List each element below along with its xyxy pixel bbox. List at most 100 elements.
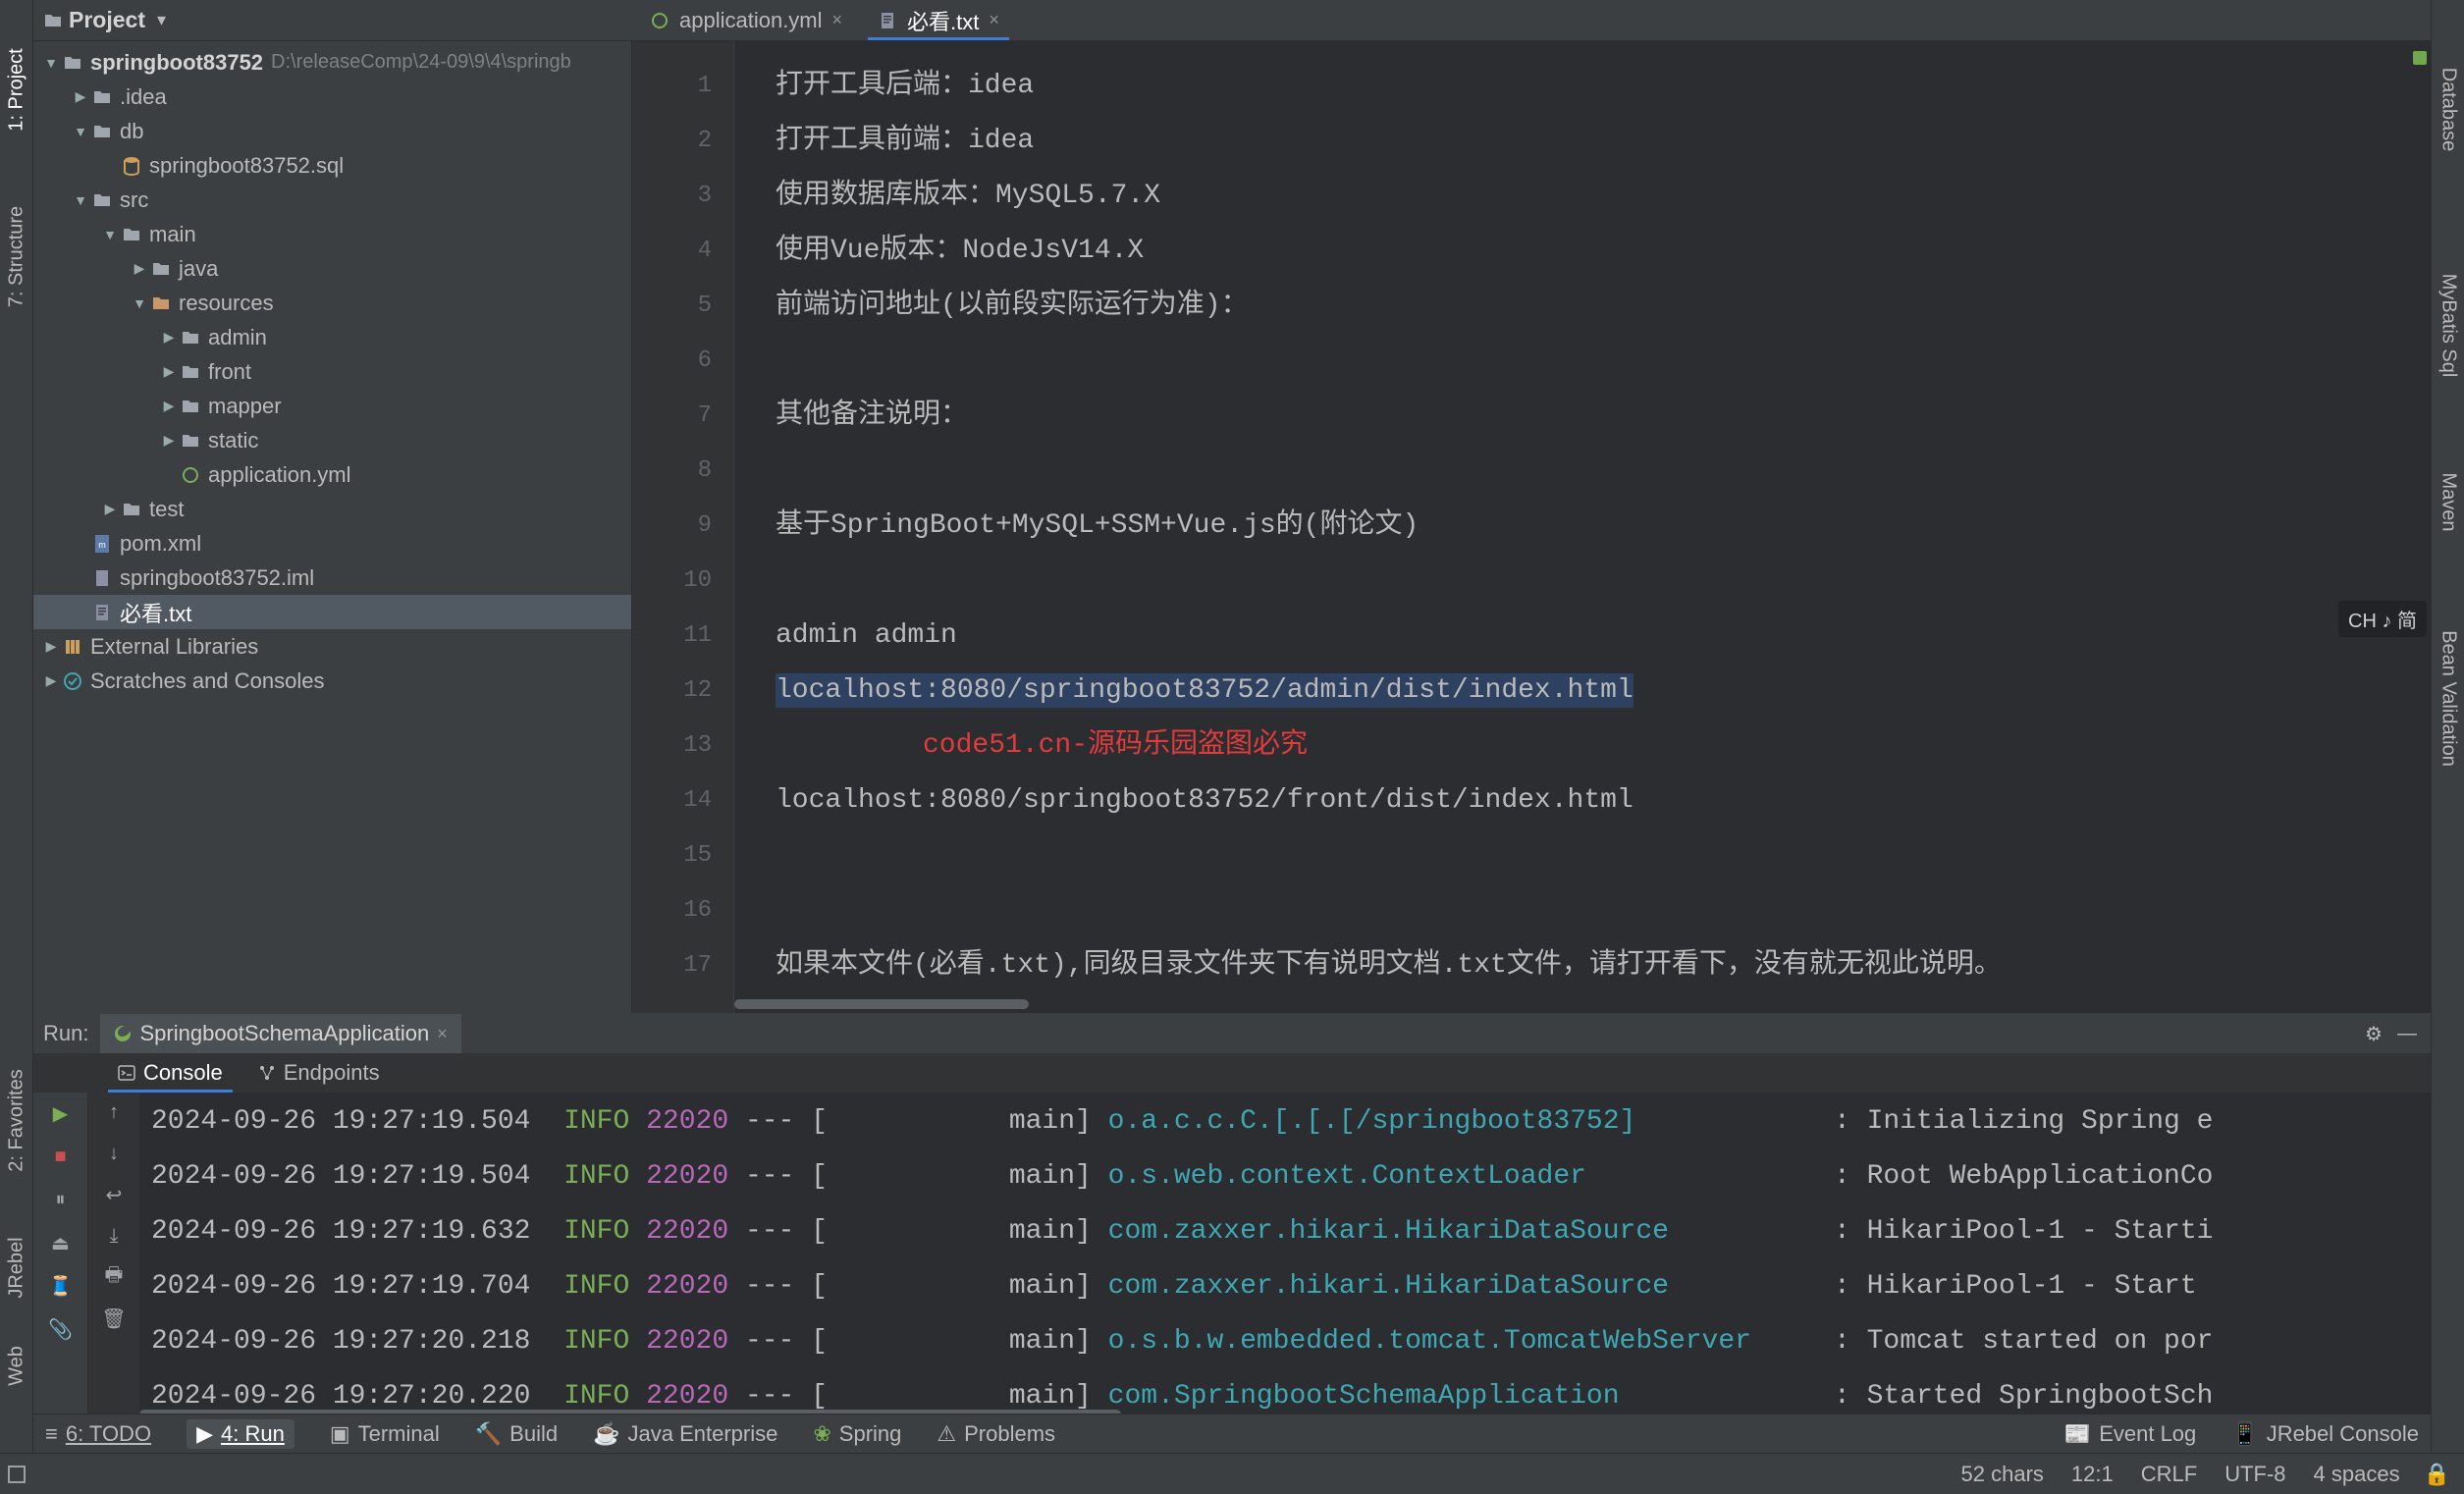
chevron-right-icon[interactable]: ▶: [43, 672, 59, 689]
chevron-right-icon[interactable]: ▶: [102, 501, 118, 517]
status-chars: 52 chars: [1961, 1462, 2044, 1487]
tree-item[interactable]: ▼main: [33, 217, 631, 251]
tree-item[interactable]: ▶java: [33, 251, 631, 286]
toolbtn-todo[interactable]: ≡6: TODO: [45, 1421, 151, 1447]
chevron-down-icon[interactable]: ▼: [43, 55, 59, 71]
console-output[interactable]: 2024-09-26 19:27:19.504 INFO 22020 --- […: [139, 1093, 2431, 1423]
toolbtn-eventlog[interactable]: 📰Event Log: [2064, 1421, 2196, 1447]
toolstrip-validation[interactable]: Bean Validation: [2437, 630, 2459, 767]
softwrap-icon[interactable]: ↩: [100, 1181, 128, 1208]
status-caret[interactable]: 12:1: [2071, 1462, 2114, 1487]
tab-application-yml[interactable]: application.yml ×: [632, 0, 860, 40]
toolstrip-mybatis-sql[interactable]: MyBatis Sql: [2437, 274, 2459, 378]
tree-root[interactable]: ▼ springboot83752 D:\releaseComp\24-09\9…: [33, 45, 631, 80]
toolstrip-web[interactable]: Web: [5, 1346, 27, 1386]
folder-icon: [43, 11, 63, 30]
close-icon[interactable]: ×: [989, 10, 999, 30]
minimize-icon[interactable]: —: [2393, 1020, 2421, 1047]
tree-item[interactable]: 必看.txt: [33, 595, 631, 629]
chevron-right-icon[interactable]: ▶: [161, 398, 177, 414]
tree-item[interactable]: mpom.xml: [33, 526, 631, 560]
chevron-down-icon[interactable]: ▼: [73, 192, 88, 208]
stop-icon[interactable]: ■: [46, 1142, 76, 1171]
toolwindow-quickaccess-icon[interactable]: [8, 1466, 26, 1483]
editor-content[interactable]: 打开工具后端：idea 打开工具前端：idea 使用数据库版本：MySQL5.7…: [734, 41, 2431, 1013]
toolbtn-jrebel[interactable]: 📱JRebel Console: [2231, 1421, 2419, 1447]
subtab-endpoints[interactable]: Endpoints: [242, 1053, 396, 1093]
toolstrip-favorites[interactable]: 2: Favorites: [5, 1069, 27, 1171]
tree-item[interactable]: ▶test: [33, 492, 631, 526]
attach-icon[interactable]: 📎: [46, 1314, 76, 1344]
editor[interactable]: 1 2 3 4 5 6 7 8 9 10 11 12 13 14 15 16 1…: [632, 41, 2431, 1013]
scrollbar-thumb[interactable]: [734, 999, 1029, 1009]
down-icon[interactable]: ↓: [100, 1140, 128, 1167]
status-enc[interactable]: UTF-8: [2224, 1462, 2285, 1487]
editor-gutter: 1 2 3 4 5 6 7 8 9 10 11 12 13 14 15 16 1…: [632, 41, 734, 1013]
toolstrip-structure[interactable]: 7: Structure: [5, 206, 27, 307]
rerun-icon[interactable]: ▶: [46, 1098, 76, 1128]
tree-item[interactable]: ▼db: [33, 114, 631, 148]
dump-icon[interactable]: 🧵: [46, 1271, 76, 1301]
tree-scratches[interactable]: ▶ Scratches and Consoles: [33, 664, 631, 698]
chevron-down-icon[interactable]: ▼: [73, 124, 88, 139]
gear-icon[interactable]: ⚙: [2360, 1020, 2387, 1047]
chevron-right-icon[interactable]: ▶: [161, 363, 177, 380]
toolstrip-database[interactable]: Database: [2437, 68, 2459, 152]
code-line: 使用Vue版本：NodeJsV14.X: [776, 224, 2431, 279]
scrollend-icon[interactable]: ⤓: [100, 1222, 128, 1250]
tree-item[interactable]: ▶mapper: [33, 389, 631, 423]
spring-icon: [114, 1025, 132, 1042]
tree-item[interactable]: application.yml: [33, 457, 631, 492]
editor-error-stripe[interactable]: [2415, 41, 2429, 1013]
toolstrip-project[interactable]: 1: Project: [5, 48, 27, 131]
code-line: 基于SpringBoot+MySQL+SSM+Vue.js的(附论文): [776, 499, 2431, 554]
close-icon[interactable]: ×: [437, 1024, 448, 1044]
folder-icon: [149, 259, 173, 279]
status-eol[interactable]: CRLF: [2141, 1462, 2197, 1487]
editor-horizontal-scrollbar[interactable]: [734, 997, 2415, 1011]
chevron-down-icon[interactable]: ▼: [102, 227, 118, 242]
project-tree[interactable]: ▼ springboot83752 D:\releaseComp\24-09\9…: [33, 41, 631, 698]
toolstrip-maven[interactable]: Maven: [2437, 472, 2459, 531]
tree-item[interactable]: ▶front: [33, 354, 631, 389]
tree-item[interactable]: ▶admin: [33, 320, 631, 354]
tree-item[interactable]: springboot83752.sql: [33, 148, 631, 183]
chevron-right-icon[interactable]: ▶: [73, 88, 88, 105]
status-indent[interactable]: 4 spaces: [2314, 1462, 2400, 1487]
up-icon[interactable]: ↑: [100, 1098, 128, 1126]
toolbtn-build[interactable]: 🔨Build: [475, 1421, 558, 1447]
toolbtn-java-ent[interactable]: ☕Java Enterprise: [593, 1421, 777, 1447]
chevron-right-icon[interactable]: ▶: [161, 329, 177, 346]
print-icon[interactable]: 🖶: [100, 1263, 128, 1291]
code-line: admin admin: [776, 609, 2431, 664]
chevron-down-icon[interactable]: ▼: [132, 295, 147, 311]
chevron-right-icon[interactable]: ▶: [132, 260, 147, 277]
run-config-tab[interactable]: SpringbootSchemaApplication ×: [100, 1014, 460, 1053]
subtab-console[interactable]: Console: [102, 1053, 239, 1093]
close-icon[interactable]: ×: [832, 10, 843, 30]
toolbtn-spring[interactable]: ❀Spring: [813, 1421, 901, 1447]
tab-bikan-txt[interactable]: 必看.txt ×: [860, 0, 1017, 40]
tree-item[interactable]: ▶ static: [33, 423, 631, 457]
pause-icon[interactable]: ⏸: [46, 1185, 76, 1214]
tab-label: 必看.txt: [907, 5, 979, 36]
project-tree-panel: ▼ springboot83752 D:\releaseComp\24-09\9…: [33, 41, 632, 1013]
tree-label: static: [208, 428, 258, 454]
tree-external-libs[interactable]: ▶ External Libraries: [33, 629, 631, 664]
toolstrip-jrebel[interactable]: JRebel: [5, 1237, 27, 1298]
exit-icon[interactable]: ⏏: [46, 1228, 76, 1257]
log-row: 2024-09-26 19:27:19.504 INFO 22020 --- […: [151, 1094, 2431, 1149]
toolbtn-run[interactable]: ▶4: Run: [187, 1419, 295, 1449]
tree-item[interactable]: springboot83752.iml: [33, 560, 631, 595]
lock-icon[interactable]: 🔒: [2424, 1462, 2450, 1487]
tree-item[interactable]: ▼resources: [33, 286, 631, 320]
chevron-right-icon[interactable]: ▶: [43, 638, 59, 655]
toolbtn-terminal[interactable]: ▣Terminal: [330, 1421, 440, 1447]
chevron-down-icon[interactable]: ▾: [157, 10, 166, 30]
trash-icon[interactable]: 🗑: [100, 1305, 128, 1332]
line-number: 12: [632, 664, 733, 719]
chevron-right-icon[interactable]: ▶: [161, 432, 177, 449]
tree-item[interactable]: ▼src: [33, 183, 631, 217]
tree-item[interactable]: ▶.idea: [33, 80, 631, 114]
toolbtn-problems[interactable]: ⚠Problems: [937, 1421, 1055, 1447]
